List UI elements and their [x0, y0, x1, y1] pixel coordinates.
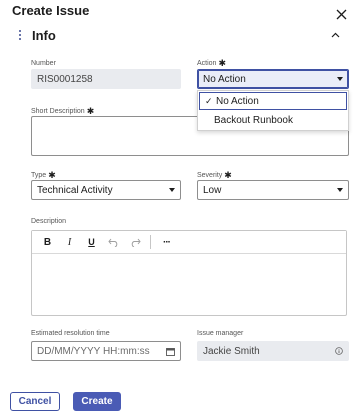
info-icon[interactable] — [335, 347, 343, 355]
action-select[interactable]: No Action — [197, 69, 349, 89]
bold-button[interactable]: B — [40, 235, 55, 250]
date-placeholder: DD/MM/YYYY HH:mm:ss — [37, 345, 150, 357]
caret-down-icon — [337, 77, 343, 81]
editor-toolbar: B I U ··· — [32, 231, 346, 254]
calendar-icon[interactable] — [166, 347, 175, 356]
redo-button[interactable] — [128, 235, 143, 250]
create-button[interactable]: Create — [73, 392, 121, 411]
description-input[interactable] — [32, 254, 346, 316]
chevron-up-icon — [331, 32, 339, 38]
action-label: Action ✱ — [197, 58, 227, 68]
action-option-backout-runbook[interactable]: Backout Runbook — [198, 111, 348, 130]
underline-button[interactable]: U — [84, 235, 99, 250]
estimated-resolution-time-label: Estimated resolution time — [31, 330, 110, 337]
dialog-title: Create Issue — [12, 3, 90, 18]
drag-handle-icon[interactable] — [16, 30, 24, 40]
required-marker: ✱ — [48, 170, 56, 180]
description-label: Description — [31, 218, 67, 225]
issue-manager-value: Jackie Smith — [203, 345, 260, 357]
action-dropdown-menu: ✓ No Action Backout Runbook — [197, 90, 349, 131]
required-marker: ✱ — [86, 106, 95, 116]
italic-button[interactable]: I — [62, 235, 77, 250]
cancel-button[interactable]: Cancel — [10, 392, 60, 411]
caret-down-icon — [169, 188, 175, 192]
number-field: RIS0001258 — [31, 69, 181, 89]
short-description-label: Short Description ✱ — [31, 106, 95, 116]
close-button[interactable] — [333, 6, 349, 22]
type-select[interactable]: Technical Activity — [31, 180, 181, 200]
redo-icon — [131, 238, 141, 247]
number-label: Number — [31, 60, 56, 67]
action-option-no-action[interactable]: ✓ No Action — [199, 92, 347, 110]
issue-manager-field: Jackie Smith — [197, 341, 349, 361]
type-selected-value: Technical Activity — [37, 184, 113, 196]
section-title: Info — [32, 27, 56, 43]
required-marker: ✱ — [224, 170, 232, 180]
collapse-section-button[interactable] — [328, 28, 342, 42]
severity-label: Severity ✱ — [197, 170, 232, 180]
severity-selected-value: Low — [203, 184, 222, 196]
undo-icon — [108, 238, 118, 247]
type-label: Type ✱ — [31, 170, 56, 180]
issue-manager-label: Issue manager — [197, 330, 244, 337]
severity-select[interactable]: Low — [197, 180, 349, 200]
number-value: RIS0001258 — [37, 73, 93, 85]
description-editor: B I U ··· — [31, 230, 347, 316]
undo-button[interactable] — [106, 235, 121, 250]
toolbar-divider — [150, 235, 151, 249]
estimated-resolution-time-input[interactable]: DD/MM/YYYY HH:mm:ss — [31, 341, 181, 361]
action-selected-value: No Action — [203, 73, 246, 85]
section-header-info: Info — [16, 26, 346, 44]
more-options-button[interactable]: ··· — [159, 235, 174, 250]
caret-down-icon — [337, 188, 343, 192]
check-icon: ✓ — [205, 95, 213, 106]
required-marker: ✱ — [218, 58, 227, 68]
close-icon — [336, 9, 346, 19]
